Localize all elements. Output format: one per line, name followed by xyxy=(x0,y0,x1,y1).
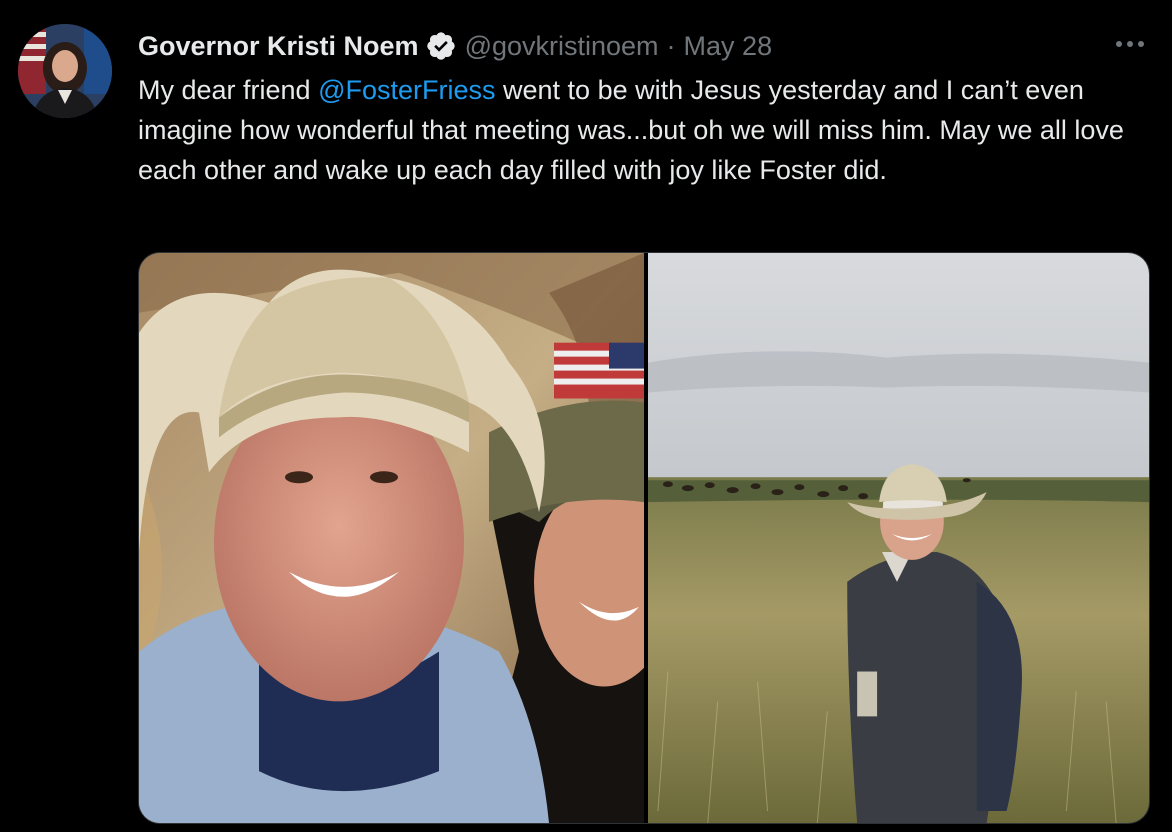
avatar[interactable] xyxy=(18,24,112,118)
separator-dot: · xyxy=(666,31,676,61)
tweet-text: My dear friend @FosterFriess went to be … xyxy=(138,70,1158,190)
text-before-mention: My dear friend xyxy=(138,75,319,105)
media-grid xyxy=(138,252,1150,824)
avatar-image xyxy=(18,24,112,118)
prairie-image xyxy=(648,253,1149,823)
more-options-icon[interactable] xyxy=(1112,30,1148,58)
handle[interactable]: @govkristinoem xyxy=(465,28,659,64)
selfie-image xyxy=(139,253,644,823)
tweet-header: Governor Kristi Noem @govkristinoem · Ma… xyxy=(138,28,772,64)
photo-selfie[interactable] xyxy=(139,253,644,823)
tweet-date[interactable]: May 28 xyxy=(684,28,773,64)
tweet[interactable]: Governor Kristi Noem @govkristinoem · Ma… xyxy=(0,0,1172,832)
mention-link[interactable]: @FosterFriess xyxy=(318,75,495,105)
display-name[interactable]: Governor Kristi Noem xyxy=(138,28,419,64)
photo-prairie[interactable] xyxy=(648,253,1149,823)
verified-badge-icon xyxy=(425,30,457,62)
